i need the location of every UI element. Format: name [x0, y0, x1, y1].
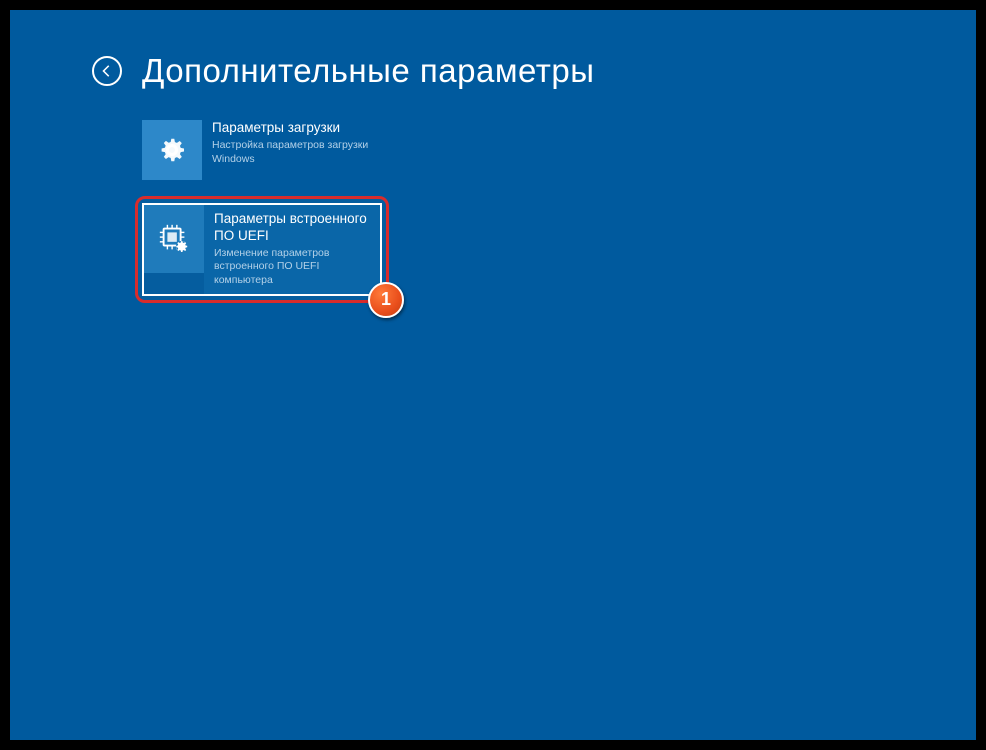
tile-desc: Изменение параметров встроенного ПО UEFI… — [214, 247, 370, 288]
tile-text: Параметры встроенного ПО UEFI Изменение … — [204, 205, 380, 294]
tile-uefi-firmware[interactable]: Параметры встроенного ПО UEFI Изменение … — [135, 196, 389, 303]
tiles-container: Параметры загрузки Настройка параметров … — [10, 90, 976, 303]
tile-title: Параметры встроенного ПО UEFI — [214, 211, 370, 245]
tile-title: Параметры загрузки — [212, 120, 372, 137]
arrow-left-icon — [100, 64, 114, 78]
tile-desc: Настройка параметров загрузки Windows — [212, 139, 372, 166]
tile-text: Параметры загрузки Настройка параметров … — [202, 120, 382, 180]
tile-startup-settings[interactable]: Параметры загрузки Настройка параметров … — [142, 120, 382, 180]
recovery-screen: Дополнительные параметры Параметры загру… — [10, 10, 976, 740]
annotation-badge: 1 — [368, 282, 404, 318]
tile-icon-wrapper — [142, 120, 202, 180]
header: Дополнительные параметры — [10, 10, 976, 90]
back-button[interactable] — [92, 56, 122, 86]
tile-icon-wrapper — [144, 205, 204, 273]
chip-gear-icon — [157, 222, 191, 256]
gear-icon — [156, 134, 188, 166]
page-title: Дополнительные параметры — [142, 52, 594, 90]
